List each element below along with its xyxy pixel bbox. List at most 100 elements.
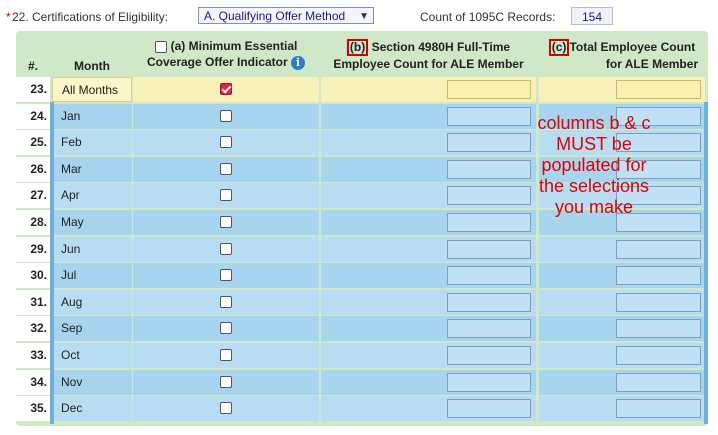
info-icon[interactable]: i: [291, 55, 306, 70]
mec-offer-cell: [133, 316, 319, 342]
fulltime-count-input[interactable]: [447, 372, 531, 392]
mec-offer-checkbox[interactable]: [220, 189, 232, 202]
mec-offer-checkbox[interactable]: [220, 349, 232, 361]
mec-offer-cell: [133, 103, 319, 129]
total-count-input[interactable]: [616, 372, 701, 392]
mec-offer-cell: [133, 210, 319, 235]
fulltime-count-input[interactable]: [447, 80, 531, 99]
mec-offer-checkbox[interactable]: [220, 242, 232, 255]
row-number: 24.: [16, 103, 50, 129]
chevron-down-icon: ▼: [359, 11, 369, 22]
row-month: All Months: [52, 77, 132, 102]
row-number: 32.: [16, 316, 50, 342]
row-month: Jun: [52, 236, 132, 262]
row-month: Jul: [52, 263, 132, 289]
mec-offer-checkbox[interactable]: [220, 402, 232, 415]
select-all-checkbox[interactable]: [154, 40, 167, 53]
certifications-select-value: A. Qualifying Offer Method: [204, 9, 346, 23]
row-month: Nov: [52, 369, 132, 395]
mec-offer-cell: [133, 396, 319, 422]
row-month: Oct: [52, 343, 132, 368]
mec-offer-checkbox[interactable]: [220, 162, 232, 175]
mec-offer-checkbox[interactable]: [220, 375, 232, 388]
row-month: May: [52, 210, 132, 235]
top-bar: * 22. Certifications of Eligibility: A. …: [0, 0, 718, 30]
mec-offer-cell: [133, 130, 319, 156]
total-count-cell: [539, 77, 705, 102]
total-count-input[interactable]: [616, 80, 701, 99]
row-month: Aug: [52, 289, 132, 315]
total-count-input[interactable]: [616, 266, 701, 286]
row-month: Jan: [52, 103, 132, 129]
mec-offer-checkbox[interactable]: [220, 83, 232, 95]
mec-offer-checkbox[interactable]: [220, 216, 232, 228]
table-row: 34. Nov: [16, 369, 708, 396]
header-num: #.: [27, 59, 38, 73]
fulltime-count-cell: [321, 236, 536, 262]
mec-offer-cell: [133, 156, 319, 182]
fulltime-count-input[interactable]: [447, 346, 531, 365]
col-b-marker: (b): [346, 39, 369, 56]
mec-offer-cell: [133, 183, 319, 209]
row-number: 23.: [16, 77, 50, 102]
total-count-input[interactable]: [616, 346, 701, 365]
mec-offer-checkbox[interactable]: [220, 136, 232, 149]
table-row: 32. Sep: [16, 316, 708, 342]
fulltime-count-input[interactable]: [447, 239, 531, 259]
fulltime-count-cell: [321, 289, 536, 315]
mec-offer-cell: [133, 236, 319, 262]
row-number: 31.: [16, 289, 50, 315]
left-stripe: [50, 102, 54, 424]
mec-offer-checkbox[interactable]: [220, 322, 232, 335]
row-number: 34.: [16, 369, 50, 395]
header-col-b: (b) Section 4980H Full-Time Employee Cou…: [333, 39, 524, 71]
header-col-c: (c) Total Employee Count for ALE Member: [539, 39, 705, 72]
row-number: 25.: [16, 130, 50, 156]
fulltime-count-input[interactable]: [447, 399, 531, 419]
total-count-input[interactable]: [616, 319, 701, 339]
mec-offer-cell: [133, 77, 319, 102]
eligibility-table: #. Month (a) Minimum Essential Coverage …: [16, 31, 708, 426]
row-number: 27.: [16, 183, 50, 209]
fulltime-count-cell: [321, 369, 536, 395]
certifications-select[interactable]: A. Qualifying Offer Method ▼: [198, 7, 374, 24]
row-number: 28.: [16, 210, 50, 235]
total-count-cell: [539, 343, 705, 368]
table-header: #. Month (a) Minimum Essential Coverage …: [16, 31, 708, 76]
row-month: Sep: [52, 316, 132, 342]
fulltime-count-cell: [321, 343, 536, 368]
total-count-input[interactable]: [616, 239, 701, 259]
fulltime-count-input[interactable]: [447, 319, 531, 339]
row-number: 26.: [16, 156, 50, 182]
mec-offer-checkbox[interactable]: [220, 109, 232, 122]
row-number: 33.: [16, 343, 50, 368]
fulltime-count-input[interactable]: [447, 292, 531, 312]
mec-offer-cell: [133, 263, 319, 289]
header-col-a: (a) Minimum Essential Coverage Offer Ind…: [133, 38, 319, 70]
table-row: 33. Oct: [16, 343, 708, 369]
total-count-input[interactable]: [616, 292, 701, 312]
total-count-cell: [539, 263, 705, 289]
mec-offer-checkbox[interactable]: [220, 295, 232, 308]
mec-offer-checkbox[interactable]: [220, 269, 232, 282]
col-c-marker: (c): [548, 39, 570, 56]
row-month: Mar: [52, 156, 132, 182]
fulltime-count-cell: [321, 396, 536, 422]
record-count-value: 154: [571, 7, 613, 25]
mec-offer-cell: [133, 289, 319, 315]
mec-offer-cell: [133, 369, 319, 395]
table-row: 31. Aug: [16, 289, 708, 316]
instruction-annotation: columns b & c MUST be populated for the …: [537, 113, 651, 217]
fulltime-count-input[interactable]: [447, 266, 531, 286]
mec-offer-cell: [133, 343, 319, 368]
right-stripe: [704, 102, 708, 424]
total-count-cell: [539, 316, 705, 342]
total-count-input[interactable]: [616, 399, 701, 419]
total-count-cell: [539, 369, 705, 395]
total-count-cell: [539, 396, 705, 422]
row-number: 35.: [16, 396, 50, 422]
table-row: 35. Dec: [16, 396, 708, 422]
row-month: Dec: [52, 396, 132, 422]
fulltime-count-cell: [321, 263, 536, 289]
fulltime-count-cell: [321, 316, 536, 342]
